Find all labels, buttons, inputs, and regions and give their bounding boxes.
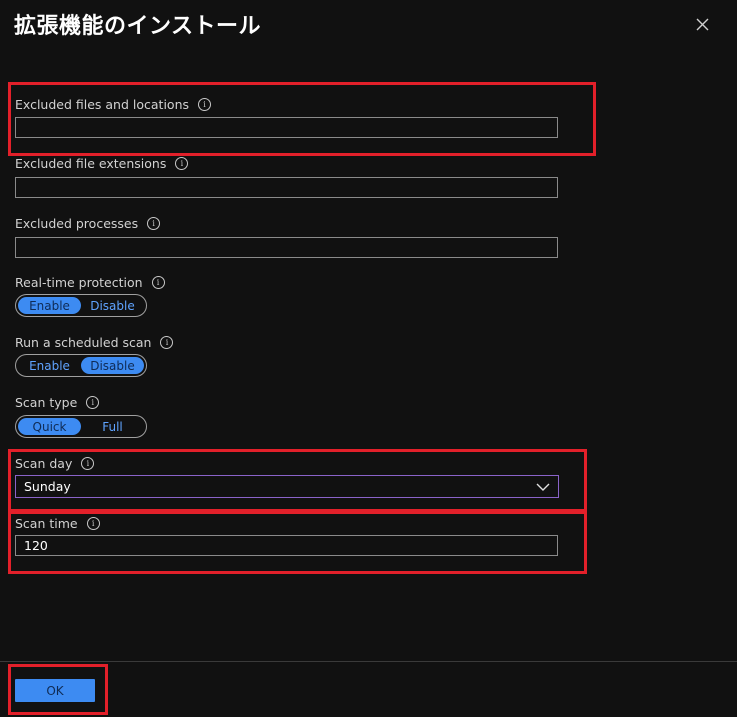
scheduled-toggle[interactable]: Enable Disable	[15, 354, 147, 377]
scan-type-toggle[interactable]: Quick Full	[15, 415, 147, 438]
close-button[interactable]	[690, 12, 714, 36]
scheduled-label-row: Run a scheduled scan i	[15, 335, 174, 350]
close-icon	[696, 18, 708, 30]
excluded-ext-input[interactable]	[15, 177, 558, 198]
realtime-label-row: Real-time protection i	[15, 275, 165, 290]
excluded-proc-label-row: Excluded processes i	[15, 216, 161, 231]
dialog-title: 拡張機能のインストール	[14, 14, 262, 39]
scan-type-label-row: Scan type i	[15, 395, 100, 410]
excluded-ext-label: Excluded file extensions	[15, 156, 167, 171]
info-icon[interactable]: i	[86, 396, 100, 409]
highlight-excluded-files	[8, 82, 596, 156]
realtime-label: Real-time protection	[15, 275, 143, 290]
scan-type-quick-option[interactable]: Quick	[18, 418, 81, 435]
scheduled-enable-option[interactable]: Enable	[18, 357, 81, 374]
scheduled-disable-option[interactable]: Disable	[81, 357, 144, 374]
realtime-toggle[interactable]: Enable Disable	[15, 294, 147, 317]
highlight-scan-time	[8, 511, 587, 574]
scan-type-full-option[interactable]: Full	[81, 418, 144, 435]
scheduled-label: Run a scheduled scan	[15, 335, 152, 350]
excluded-ext-label-row: Excluded file extensions i	[15, 156, 189, 171]
highlight-ok	[8, 664, 108, 715]
realtime-disable-option[interactable]: Disable	[81, 297, 144, 314]
realtime-enable-option[interactable]: Enable	[18, 297, 81, 314]
info-icon[interactable]: i	[175, 157, 189, 170]
footer-divider	[0, 661, 737, 662]
info-icon[interactable]: i	[151, 276, 165, 289]
info-icon[interactable]: i	[160, 336, 174, 349]
highlight-scan-day	[8, 449, 587, 512]
info-icon[interactable]: i	[147, 217, 161, 230]
excluded-proc-label: Excluded processes	[15, 216, 139, 231]
excluded-proc-input[interactable]	[15, 237, 558, 258]
scan-type-label: Scan type	[15, 395, 78, 410]
